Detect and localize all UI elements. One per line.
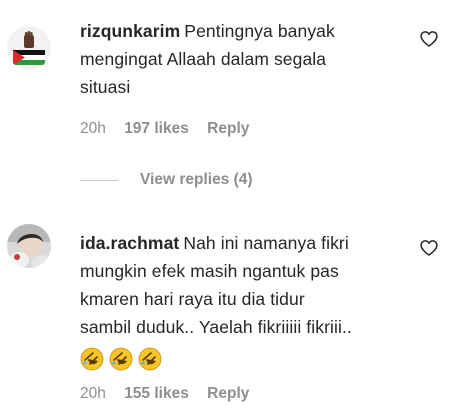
comment-meta: 20h 155 likes Reply <box>80 385 263 403</box>
raised-fist-flag-icon <box>7 26 51 70</box>
comment-time: 20h <box>80 385 106 402</box>
rolling-laughing-emoji-icon <box>80 347 104 371</box>
comment-body: ida.rachmat Nah ini namanya fikri mungkin… <box>80 229 410 372</box>
reply-button[interactable]: Reply <box>207 120 249 137</box>
comment-username[interactable]: rizqunkarim <box>80 21 180 41</box>
avatar[interactable] <box>7 224 51 268</box>
comment-text-line: sambil duduk.. Yaelah fikriiiii fikriii.… <box>80 317 352 337</box>
like-count[interactable]: 155 likes <box>124 385 189 402</box>
reply-button[interactable]: Reply <box>207 385 249 402</box>
comment-text-line: kmaren hari raya itu dia tidur <box>80 289 305 309</box>
view-replies-button[interactable]: View replies (4) <box>80 170 253 190</box>
like-count[interactable]: 197 likes <box>124 120 189 137</box>
user-photo-icon <box>7 224 51 268</box>
comment-text-line: Pentingnya banyak <box>184 21 335 41</box>
rolling-laughing-emoji-icon <box>109 347 133 371</box>
avatar[interactable] <box>7 26 51 70</box>
divider-line <box>80 179 118 181</box>
heart-outline-icon[interactable] <box>419 238 439 258</box>
comment-username[interactable]: ida.rachmat <box>80 233 179 253</box>
comment-meta: 20h 197 likes Reply <box>80 120 263 138</box>
comment-text-line: Nah ini namanya fikri <box>183 233 349 253</box>
comment-text-line: mungkin efek masih ngantuk pas <box>80 261 339 281</box>
emoji-row <box>80 344 410 372</box>
comment-text-line: situasi <box>80 77 131 97</box>
rolling-laughing-emoji-icon <box>138 347 162 371</box>
view-replies-label[interactable]: View replies (4) <box>140 171 253 189</box>
comment-text-line: mengingat Allaah dalam segala <box>80 49 327 69</box>
heart-outline-icon[interactable] <box>419 29 439 49</box>
comment-time: 20h <box>80 120 106 137</box>
comment-body: rizqunkarim Pentingnya banyak mengingat A… <box>80 17 410 101</box>
